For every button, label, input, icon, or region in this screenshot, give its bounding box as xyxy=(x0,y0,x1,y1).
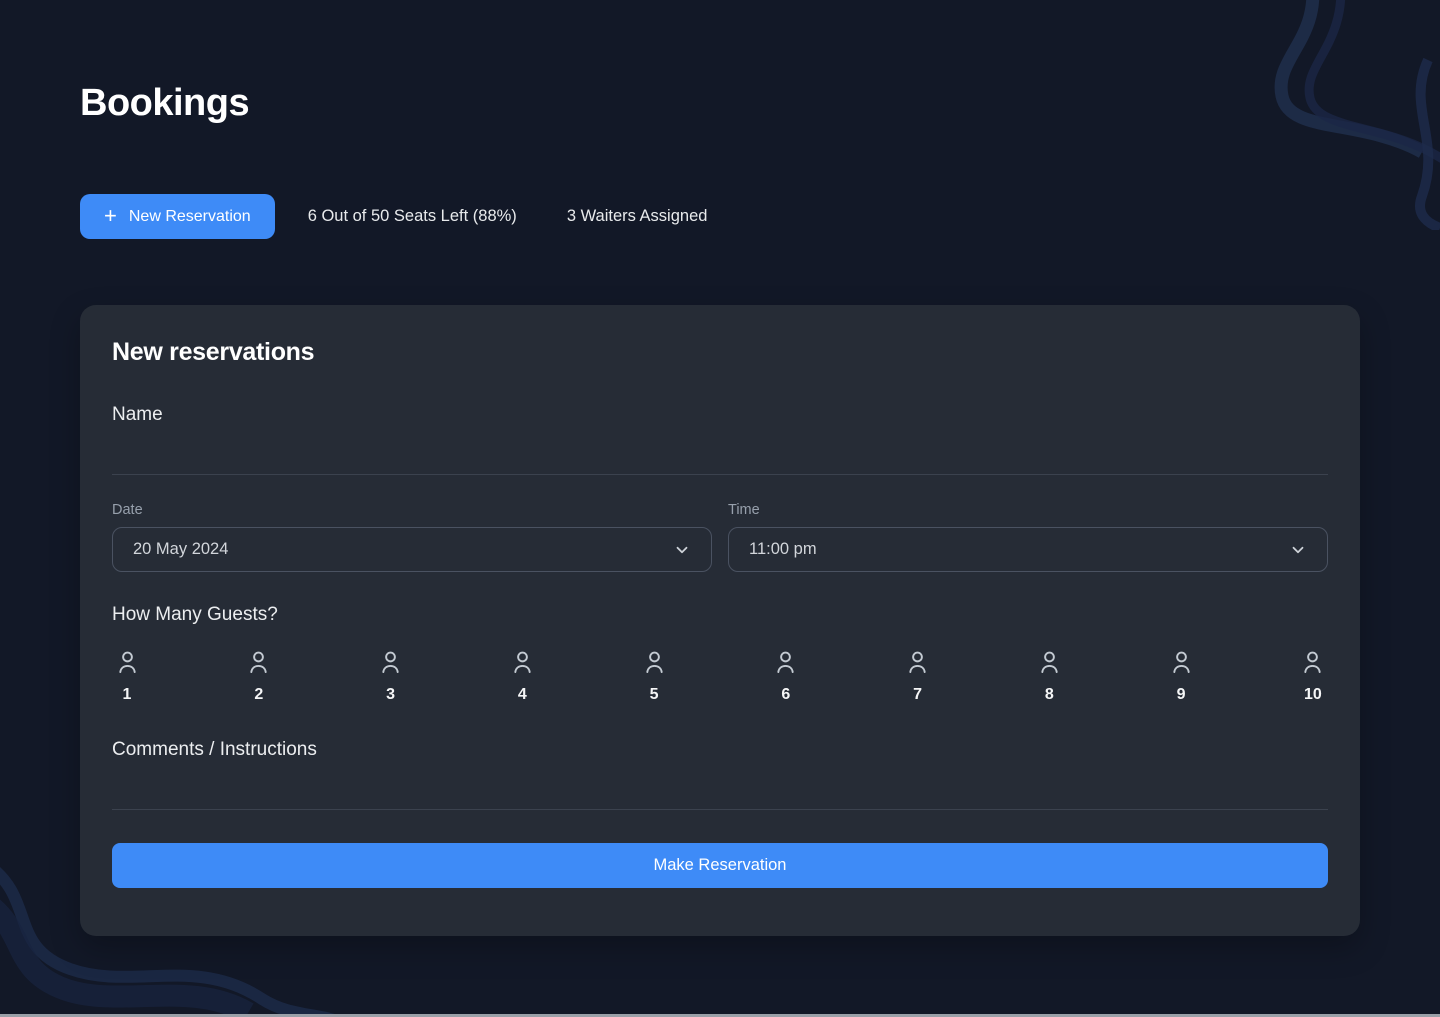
date-field: Date 20 May 2024 xyxy=(112,502,712,572)
person-icon xyxy=(1304,651,1322,674)
waiters-assigned-status: 3 Waiters Assigned xyxy=(566,207,708,225)
guest-option-label: 9 xyxy=(1176,686,1186,703)
plus-icon: + xyxy=(104,202,117,228)
guest-option-8[interactable]: 8 xyxy=(1034,648,1064,704)
guest-option-label: 1 xyxy=(122,686,132,703)
guest-option-9[interactable]: 9 xyxy=(1166,648,1196,704)
person-icon xyxy=(1041,651,1058,674)
chevron-down-icon xyxy=(673,541,691,559)
person-icon xyxy=(118,651,136,674)
time-value: 11:00 pm xyxy=(749,540,817,558)
bookings-page: Bookings + New Reservation 6 Out of 50 S… xyxy=(0,0,1440,1017)
guest-option-label: 3 xyxy=(386,686,395,703)
guest-option-3[interactable]: 3 xyxy=(376,648,406,704)
name-input[interactable] xyxy=(112,435,1328,475)
comments-input[interactable] xyxy=(112,770,1328,810)
guest-option-1[interactable]: 1 xyxy=(112,648,142,704)
time-select[interactable]: 11:00 pm xyxy=(728,527,1328,572)
time-label: Time xyxy=(728,502,760,518)
guest-option-label: 8 xyxy=(1044,686,1054,703)
guest-option-4[interactable]: 4 xyxy=(507,648,537,704)
new-reservation-label: New Reservation xyxy=(128,207,251,225)
toolbar: + New Reservation 6 Out of 50 Seats Left… xyxy=(80,194,707,239)
date-label: Date xyxy=(112,502,143,518)
guest-count-selector: 1 2 3 4 5 6 7 8 9 10 xyxy=(112,648,1328,704)
date-select[interactable]: 20 May 2024 xyxy=(112,527,712,572)
person-icon xyxy=(777,651,794,674)
guest-option-label: 10 xyxy=(1303,686,1322,703)
guest-option-7[interactable]: 7 xyxy=(903,648,933,704)
date-value: 20 May 2024 xyxy=(133,540,229,558)
guest-option-label: 4 xyxy=(517,686,527,703)
guest-option-label: 2 xyxy=(254,686,264,703)
new-reservation-form-card: New reservations Name Date 20 May 2024 T… xyxy=(80,305,1360,936)
date-time-row: Date 20 May 2024 Time 11:00 pm xyxy=(112,502,1328,572)
person-icon xyxy=(382,651,399,674)
person-icon xyxy=(250,651,267,674)
guest-option-label: 5 xyxy=(649,686,659,703)
comments-label: Comments / Instructions xyxy=(112,739,317,760)
person-icon xyxy=(909,651,926,674)
guest-option-2[interactable]: 2 xyxy=(244,648,274,704)
person-icon xyxy=(645,651,663,674)
guests-label: How Many Guests? xyxy=(112,604,278,625)
seats-left-status: 6 Out of 50 Seats Left (88%) xyxy=(307,207,517,225)
guest-option-6[interactable]: 6 xyxy=(771,648,801,704)
form-title: New reservations xyxy=(112,338,315,366)
make-reservation-button[interactable]: Make Reservation xyxy=(112,843,1328,888)
guest-option-5[interactable]: 5 xyxy=(639,648,669,704)
page-title: Bookings xyxy=(80,82,250,124)
time-field: Time 11:00 pm xyxy=(728,502,1328,572)
chevron-down-icon xyxy=(1289,541,1307,559)
new-reservation-button[interactable]: + New Reservation xyxy=(80,194,275,239)
name-label: Name xyxy=(112,404,163,425)
guest-option-label: 6 xyxy=(781,686,791,703)
guest-option-10[interactable]: 10 xyxy=(1298,648,1328,704)
person-icon xyxy=(1172,651,1190,674)
person-icon xyxy=(514,651,531,674)
guest-option-label: 7 xyxy=(913,686,923,703)
